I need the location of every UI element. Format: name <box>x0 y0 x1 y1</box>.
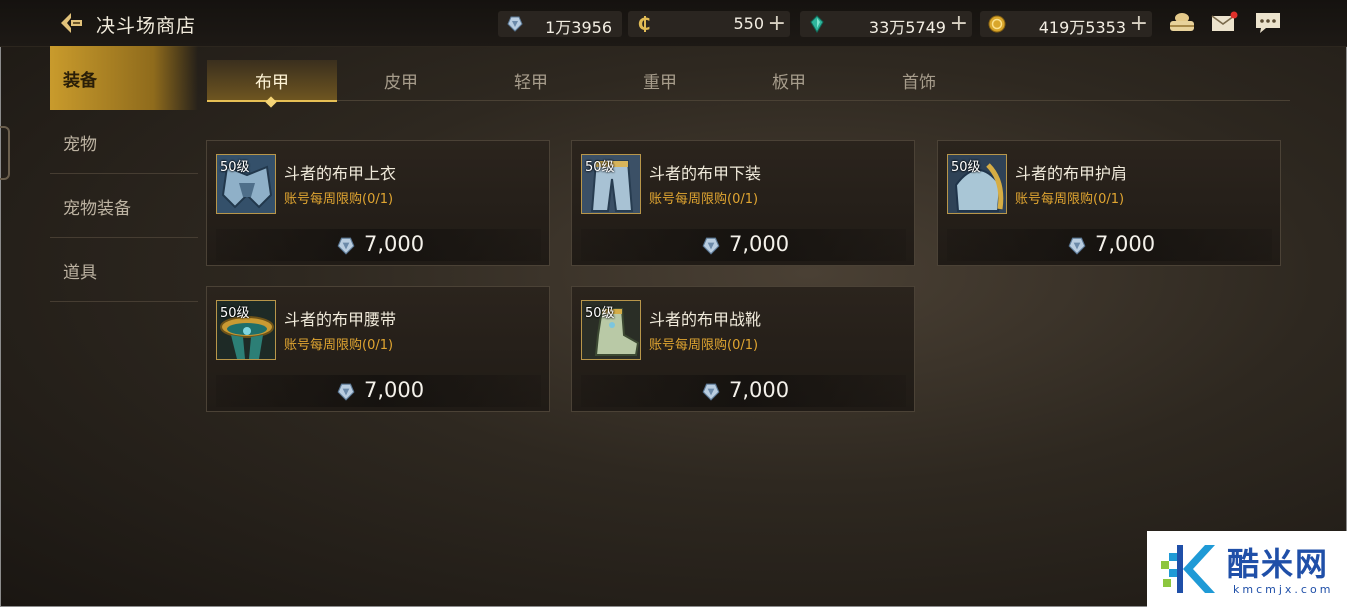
item-name: 斗者的布甲护肩 <box>1015 164 1128 183</box>
tab-label: 首饰 <box>902 73 936 93</box>
purchase-limit: 账号每周限购(0/1) <box>284 192 394 207</box>
purchase-limit: 账号每周限购(0/1) <box>284 338 394 353</box>
tab-label: 布甲 <box>255 73 289 93</box>
currency-value: 1万3956 <box>545 18 612 37</box>
item-level: 50级 <box>220 306 250 321</box>
cloth-belt-icon: 50级 <box>216 300 276 360</box>
item-name: 斗者的布甲腰带 <box>284 310 397 329</box>
purchase-limit: 账号每周限购(0/1) <box>649 338 759 353</box>
tab-label: 板甲 <box>772 73 806 93</box>
cloth-boots-icon: 50级 <box>581 300 641 360</box>
tab-label: 重甲 <box>643 73 677 93</box>
page-title: 决斗场商店 <box>96 15 197 37</box>
item-price: 7,000 <box>729 378 790 402</box>
add-currency-button[interactable]: + <box>1130 11 1148 36</box>
item-level: 50级 <box>220 160 250 175</box>
tab-label: 轻甲 <box>514 73 548 93</box>
tab-leather[interactable]: 皮甲 <box>336 60 466 100</box>
coin-c-icon: C <box>636 15 654 35</box>
shop-item-card[interactable]: 50级 斗者的布甲战靴 账号每周限购(0/1) 7,000 <box>571 286 915 412</box>
shop-item-card[interactable]: 50级 斗者的布甲腰带 账号每周限购(0/1) 7,000 <box>206 286 550 412</box>
crystal-token-icon <box>336 236 356 256</box>
tab-label: 皮甲 <box>384 73 418 93</box>
crystal-token-icon <box>336 382 356 402</box>
currency-value: 419万5353 <box>1038 18 1126 37</box>
shop-item-card[interactable]: 50级 斗者的布甲上衣 账号每周限购(0/1) 7,000 <box>206 140 550 266</box>
item-price: 7,000 <box>729 232 790 256</box>
purchase-limit: 账号每周限购(0/1) <box>1015 192 1125 207</box>
price-bar: 7,000 <box>581 229 906 261</box>
sidebar-item-label: 宠物装备 <box>63 199 131 219</box>
price-bar: 7,000 <box>947 229 1272 261</box>
cloth-pants-icon: 50级 <box>581 154 641 214</box>
sidebar-item-label: 道具 <box>63 263 97 283</box>
tab-heavy[interactable]: 重甲 <box>595 60 725 100</box>
item-name: 斗者的布甲战靴 <box>649 310 762 329</box>
tab-cloth[interactable]: 布甲 <box>207 60 337 108</box>
item-name: 斗者的布甲上衣 <box>284 164 397 183</box>
watermark-url: kmcmjx.com <box>1233 583 1334 596</box>
sidebar-item-label: 宠物 <box>63 135 97 155</box>
price-bar: 7,000 <box>216 375 541 407</box>
shop-item-card[interactable]: 50级 斗者的布甲下装 账号每周限购(0/1) 7,000 <box>571 140 915 266</box>
item-price: 7,000 <box>1095 232 1156 256</box>
treasure-chest-icon[interactable] <box>1168 11 1196 35</box>
item-level: 50级 <box>951 160 981 175</box>
purchase-limit: 账号每周限购(0/1) <box>649 192 759 207</box>
mail-icon[interactable] <box>1210 11 1238 35</box>
shop-item-card[interactable]: 50级 斗者的布甲护肩 账号每周限购(0/1) 7,000 <box>937 140 1281 266</box>
currency-gold-coin: 419万5353 + <box>980 11 1152 37</box>
tab-light[interactable]: 轻甲 <box>466 60 596 100</box>
price-bar: 7,000 <box>581 375 906 407</box>
top-bar: 决斗场商店 1万3956 C 550 + 33万5749 + 419万5353 … <box>0 0 1347 47</box>
active-tab-indicator <box>265 96 277 108</box>
currency-value: 33万5749 <box>868 18 946 37</box>
crystal-token-icon <box>701 382 721 402</box>
green-gem-icon <box>808 15 826 33</box>
crystal-token-icon <box>506 15 524 33</box>
sidebar-item-pet[interactable]: 宠物 <box>50 110 198 174</box>
currency-green-gem: 33万5749 + <box>800 11 972 37</box>
item-name: 斗者的布甲下装 <box>649 164 762 183</box>
sidebar-item-equipment[interactable]: 装备 <box>50 46 198 110</box>
site-watermark: 酷米网 kmcmjx.com <box>1147 531 1347 607</box>
category-sidebar: 装备 宠物 宠物装备 道具 <box>50 46 198 302</box>
cloth-shoulder-icon: 50级 <box>947 154 1007 214</box>
sidebar-item-pet-equipment[interactable]: 宠物装备 <box>50 174 198 238</box>
cloth-top-icon: 50级 <box>216 154 276 214</box>
chat-icon[interactable] <box>1254 11 1282 35</box>
currency-coin-c: C 550 + <box>628 11 790 37</box>
item-price: 7,000 <box>364 232 425 256</box>
side-drawer-handle[interactable] <box>0 126 10 180</box>
watermark-logo-icon <box>1159 541 1217 597</box>
tab-accessory[interactable]: 首饰 <box>854 60 984 100</box>
item-level: 50级 <box>585 160 615 175</box>
tab-plate[interactable]: 板甲 <box>724 60 854 100</box>
currency-crystal-token: 1万3956 <box>498 11 622 37</box>
armor-type-tabs: 布甲 皮甲 轻甲 重甲 板甲 首饰 <box>207 60 1290 108</box>
crystal-token-icon <box>1067 236 1087 256</box>
currency-value: 550 <box>733 14 764 33</box>
sidebar-item-items[interactable]: 道具 <box>50 238 198 302</box>
item-level: 50级 <box>585 306 615 321</box>
sidebar-item-label: 装备 <box>63 71 97 91</box>
item-price: 7,000 <box>364 378 425 402</box>
gold-coin-icon <box>988 15 1006 33</box>
watermark-text: 酷米网 <box>1227 545 1330 583</box>
back-arrow-icon[interactable] <box>58 10 84 36</box>
add-currency-button[interactable]: + <box>950 11 968 36</box>
price-bar: 7,000 <box>216 229 541 261</box>
crystal-token-icon <box>701 236 721 256</box>
add-currency-button[interactable]: + <box>768 11 786 36</box>
